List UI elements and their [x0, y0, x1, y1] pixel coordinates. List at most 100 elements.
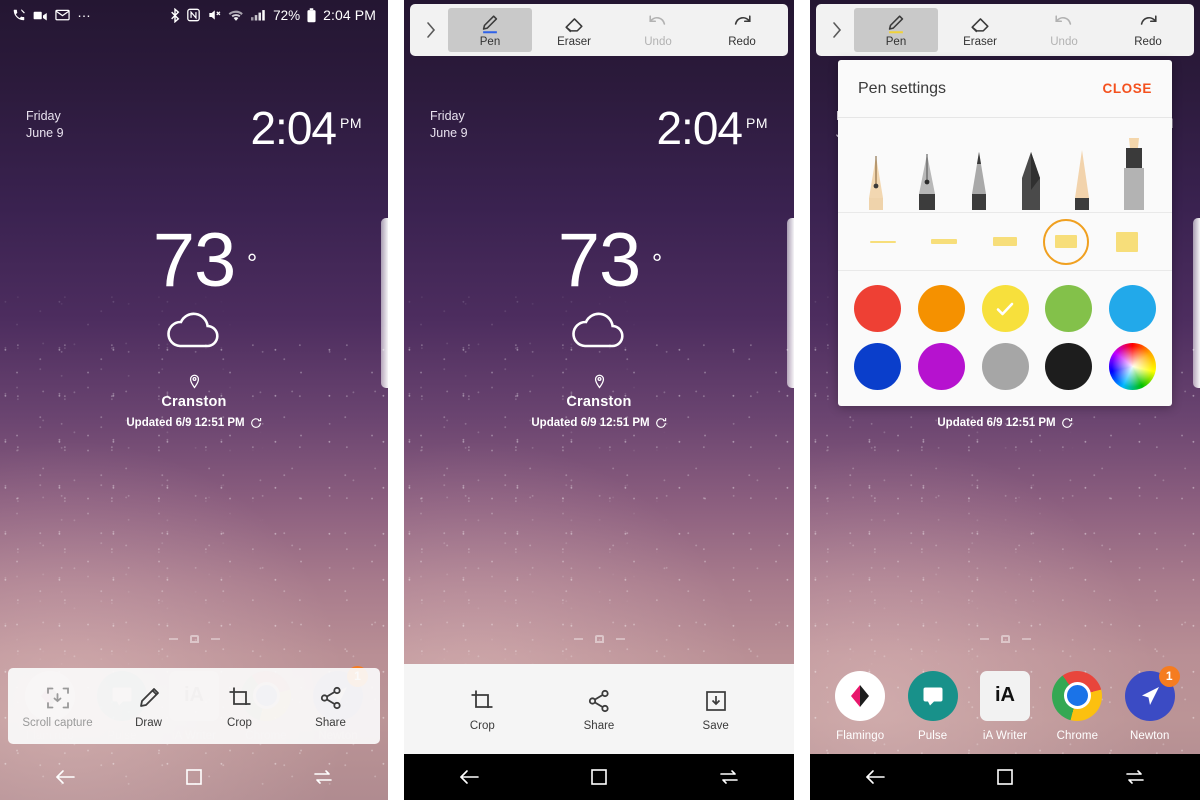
dock-app-label: iA Writer	[982, 729, 1028, 742]
thickness-option-4[interactable]	[1043, 218, 1090, 265]
pulse-icon	[907, 670, 958, 721]
temperature-value: 73 °	[153, 222, 258, 300]
dock-app-ia-writer[interactable]: iA iA Writer	[973, 670, 1037, 742]
weekday-label: Friday	[26, 109, 61, 123]
color-swatch-yellow[interactable]	[981, 285, 1029, 332]
refresh-icon[interactable]	[250, 417, 262, 429]
edge-panel-handle[interactable]	[787, 218, 794, 388]
highlighter-option[interactable]	[1116, 130, 1152, 212]
eraser-icon	[969, 13, 991, 35]
back-icon[interactable]	[441, 754, 497, 800]
share-button[interactable]: Share	[554, 686, 644, 732]
dock-app-chrome[interactable]: Chrome	[1045, 670, 1109, 742]
pen-tool-button[interactable]: Pen	[448, 8, 532, 52]
calligraphy-pen-option[interactable]	[909, 130, 945, 212]
refresh-icon[interactable]	[655, 417, 667, 429]
swatch-fill	[854, 285, 901, 332]
date-block: Friday June 9	[430, 100, 468, 142]
eraser-tool-button[interactable]: Eraser	[532, 8, 616, 52]
location-pin-icon	[404, 374, 794, 389]
clock-time: 2:04 PM	[656, 100, 768, 151]
weather-city: Cranston	[566, 394, 632, 410]
navigation-bar	[404, 754, 794, 800]
home-icon[interactable]	[166, 754, 222, 800]
degree-symbol: °	[246, 248, 257, 278]
cloud-icon	[0, 306, 388, 350]
pen-type-row	[838, 118, 1172, 213]
mail-icon	[55, 9, 70, 21]
status-bar-right: 72% 2:04 PM	[170, 7, 376, 23]
page-dot	[615, 638, 625, 640]
home-icon[interactable]	[571, 754, 627, 800]
crop-button[interactable]: Crop	[437, 686, 527, 732]
share-button[interactable]: Share	[289, 683, 373, 729]
color-swatch-blue[interactable]	[854, 343, 901, 390]
crop-icon	[437, 686, 527, 716]
weather-widget[interactable]: 73 ° Cranston Updated 6/9 12:51 PM	[0, 222, 388, 429]
scroll-capture-button[interactable]: Scroll capture	[16, 683, 100, 729]
redo-label: Redo	[1134, 35, 1162, 48]
phone-panel-2: Pen Eraser Undo Redo Friday June 9 2:04 …	[404, 0, 794, 800]
thickness-option-3[interactable]	[982, 219, 1028, 265]
color-picker-button[interactable]	[1109, 343, 1156, 390]
color-swatch-gray[interactable]	[981, 343, 1029, 390]
weather-city: Cranston	[161, 394, 227, 410]
crop-button[interactable]: Crop	[198, 683, 282, 729]
redo-button[interactable]: Redo	[700, 8, 784, 52]
weather-widget[interactable]: 73 ° Cranston Updated 6/9 12:51 PM	[404, 222, 794, 429]
weather-updated-label: Updated 6/9 12:51 PM	[126, 417, 245, 429]
dock-app-flamingo[interactable]: Flamingo	[828, 670, 892, 742]
color-swatch-orange[interactable]	[917, 285, 965, 332]
chevron-right-icon[interactable]	[414, 4, 448, 56]
status-bar-left: …	[12, 4, 92, 23]
pencil-option[interactable]	[1013, 130, 1049, 212]
dock-app-pulse[interactable]: Pulse	[901, 670, 965, 742]
edge-panel-handle[interactable]	[381, 218, 388, 388]
clock-hours-minutes: 2:04	[250, 102, 337, 154]
back-icon[interactable]	[847, 754, 903, 800]
temperature-value: 73 °	[558, 222, 663, 300]
eraser-tool-label: Eraser	[557, 35, 591, 48]
color-swatch-green[interactable]	[1045, 285, 1093, 332]
eraser-tool-button[interactable]: Eraser	[938, 8, 1022, 52]
edge-panel-handle[interactable]	[1193, 218, 1200, 388]
battery-icon	[307, 7, 316, 23]
app-dock: Flamingo Pulse iA iA Writer Chrome	[810, 658, 1200, 754]
page-indicator	[810, 635, 1200, 643]
marker-pen-option[interactable]	[1064, 130, 1100, 212]
recents-icon[interactable]	[701, 754, 757, 800]
color-swatch-magenta[interactable]	[917, 343, 965, 390]
refresh-icon[interactable]	[1061, 417, 1073, 429]
save-button[interactable]: Save	[671, 686, 761, 732]
color-swatch-black[interactable]	[1045, 343, 1093, 390]
pen-thickness-row	[838, 213, 1172, 271]
recents-icon[interactable]	[1107, 754, 1163, 800]
home-icon[interactable]	[977, 754, 1033, 800]
redo-icon	[731, 13, 753, 35]
thickness-option-5[interactable]	[1104, 219, 1150, 265]
crop-label: Crop	[227, 717, 252, 729]
voicemail-icon	[33, 9, 48, 22]
screenshot-stage: … 72% 2:04 PM Friday June 9 2:04 PM 73 °…	[0, 0, 1200, 800]
draw-button[interactable]: Draw	[107, 683, 191, 729]
pen-tool-button[interactable]: Pen	[854, 8, 938, 52]
back-icon[interactable]	[37, 754, 93, 800]
crop-label: Crop	[469, 720, 495, 732]
mechanical-pencil-option[interactable]	[961, 130, 997, 212]
clock-ampm: PM	[746, 115, 768, 131]
thickness-option-1[interactable]	[860, 219, 906, 265]
color-swatch-light-blue[interactable]	[1109, 285, 1156, 332]
close-button[interactable]: CLOSE	[1102, 81, 1152, 96]
undo-icon	[1053, 13, 1075, 35]
fountain-pen-option[interactable]	[858, 130, 894, 212]
date-block: Friday June 9	[26, 100, 64, 142]
color-swatch-red[interactable]	[854, 285, 901, 332]
dock-app-newton[interactable]: 1 Newton	[1118, 665, 1182, 742]
recents-icon[interactable]	[295, 754, 351, 800]
chevron-right-icon[interactable]	[820, 4, 854, 56]
page-dot	[979, 638, 989, 640]
panel-gap	[794, 0, 810, 800]
pencil-draw-icon	[107, 683, 191, 713]
thickness-option-2[interactable]	[921, 219, 967, 265]
redo-button[interactable]: Redo	[1106, 8, 1190, 52]
